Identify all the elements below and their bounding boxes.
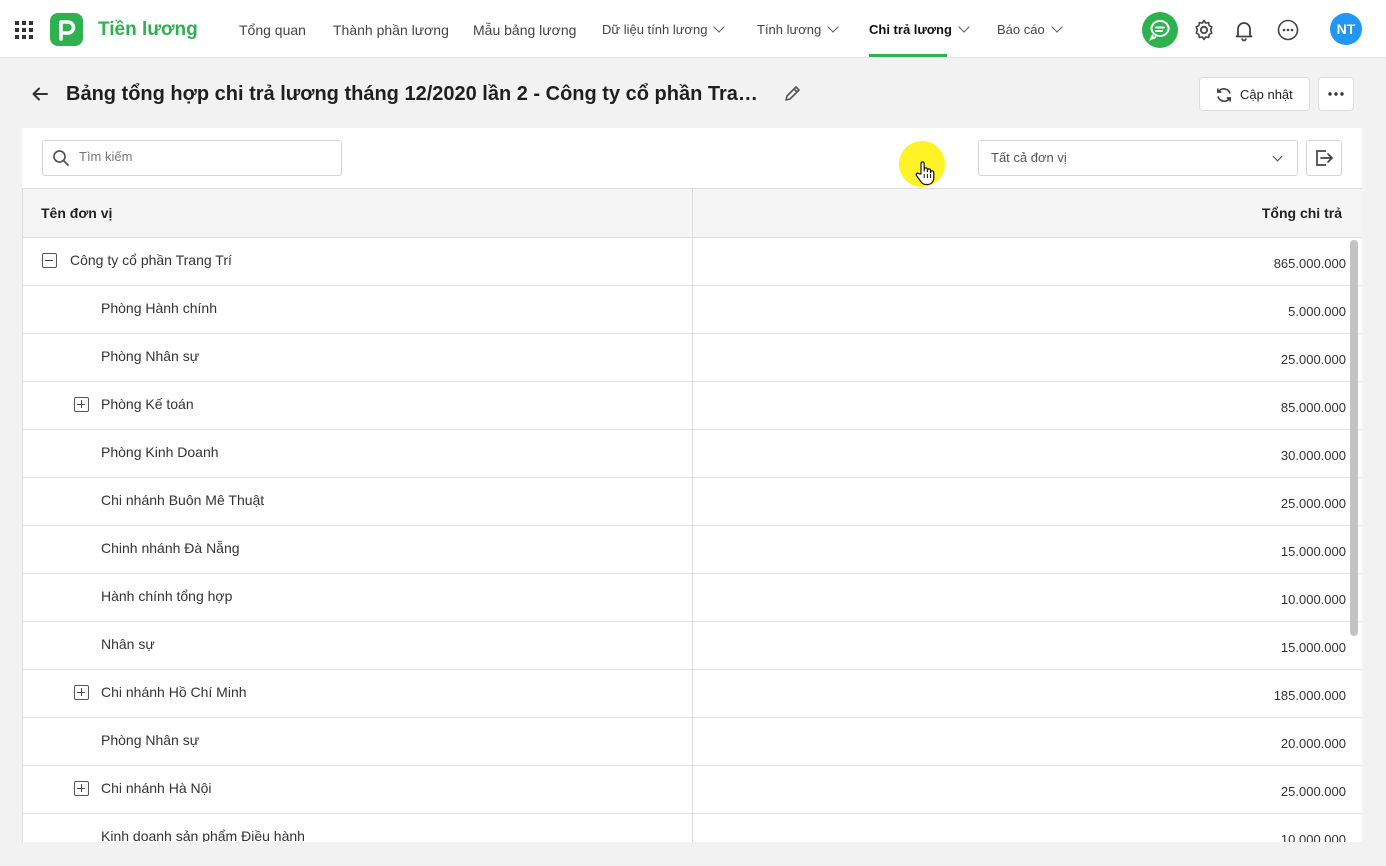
nav-label: Chi trả lương <box>869 22 952 37</box>
app-brand-name[interactable]: Tiền lương <box>98 19 198 41</box>
nav-label: Tổng quan <box>239 22 306 38</box>
hand-pointer-cursor-icon <box>915 161 935 186</box>
total-amount-cell: 185.000.000 <box>1273 688 1346 703</box>
total-amount-cell: 25.000.000 <box>1280 352 1346 367</box>
nav-mau-bang-luong[interactable]: Mẫu bảng lương <box>473 22 576 38</box>
chat-bubble-icon <box>1148 20 1170 41</box>
chevron-down-icon <box>827 21 839 33</box>
nav-tong-quan[interactable]: Tổng quan <box>239 22 306 38</box>
search-input[interactable] <box>79 149 329 164</box>
export-button[interactable] <box>1306 140 1342 176</box>
column-header-total[interactable]: Tổng chi trả <box>1262 205 1342 221</box>
expand-plus-icon[interactable] <box>74 781 89 796</box>
refresh-icon <box>1216 87 1232 103</box>
unit-filter-dropdown[interactable]: Tất cả đơn vị <box>978 140 1298 176</box>
nav-tinh-luong[interactable]: Tính lương <box>757 21 839 37</box>
unit-name-cell: Phòng Nhân sự <box>101 348 200 364</box>
unit-name-cell: Chi nhánh Hồ Chí Minh <box>101 684 247 700</box>
unit-name-cell: Công ty cổ phần Trang Trí <box>70 252 232 268</box>
total-amount-cell: 10.000.000 <box>1280 832 1346 842</box>
more-horizontal-icon <box>1328 92 1344 96</box>
search-icon <box>53 150 69 166</box>
total-amount-cell: 15.000.000 <box>1280 640 1346 655</box>
unit-name-cell: Phòng Kế toán <box>101 396 194 412</box>
unit-name-cell: Hành chính tổng hợp <box>101 588 233 604</box>
update-button-label: Cập nhật <box>1240 87 1293 102</box>
column-header-unit-name[interactable]: Tên đơn vị <box>41 205 112 221</box>
total-amount-cell: 30.000.000 <box>1280 448 1346 463</box>
unit-filter-value: Tất cả đơn vị <box>991 150 1067 165</box>
total-amount-cell: 20.000.000 <box>1280 736 1346 751</box>
chevron-down-icon <box>713 21 726 33</box>
nav-chi-tra-luong[interactable]: Chi trả lương <box>869 21 970 37</box>
total-amount-cell: 5.000.000 <box>1288 304 1346 319</box>
unit-name-cell: Kinh doanh sản phẩm Điều hành <box>101 828 305 842</box>
more-options-circle-icon[interactable] <box>1276 18 1300 42</box>
column-divider <box>692 188 693 842</box>
user-avatar[interactable]: NT <box>1330 13 1362 45</box>
total-amount-cell: 85.000.000 <box>1280 400 1346 415</box>
nav-label: Báo cáo <box>997 22 1045 37</box>
unit-name-cell: Nhân sự <box>101 636 155 652</box>
unit-name-cell: Phòng Kinh Doanh <box>101 444 219 460</box>
app-logo[interactable] <box>50 13 83 46</box>
search-box[interactable] <box>42 140 342 176</box>
top-navigation-bar: Tiền lương Tổng quan Thành phần lương Mẫ… <box>0 0 1386 58</box>
unit-name-cell: Phòng Nhân sự <box>101 732 200 748</box>
edit-pencil-icon[interactable] <box>782 84 802 104</box>
settings-gear-icon[interactable] <box>1192 18 1216 42</box>
more-actions-button[interactable] <box>1318 77 1354 111</box>
nav-bao-cao[interactable]: Báo cáo <box>997 21 1063 37</box>
collapse-minus-icon[interactable] <box>42 253 57 268</box>
back-arrow-icon[interactable] <box>30 84 50 104</box>
chevron-down-icon <box>1272 151 1283 162</box>
export-icon <box>1316 150 1333 166</box>
expand-plus-icon[interactable] <box>74 397 89 412</box>
unit-name-cell: Chinh nhánh Đà Nẵng <box>101 540 240 556</box>
total-amount-cell: 25.000.000 <box>1280 784 1346 799</box>
total-amount-cell: 10.000.000 <box>1280 592 1346 607</box>
nav-label: Mẫu bảng lương <box>473 22 577 38</box>
page-title: Bảng tổng hợp chi trả lương tháng 12/202… <box>66 83 766 105</box>
update-button[interactable]: Cập nhật <box>1199 77 1310 111</box>
total-amount-cell: 865.000.000 <box>1273 256 1346 271</box>
nav-label: Thành phần lương <box>333 22 449 38</box>
logo-p-icon <box>59 20 76 41</box>
nav-du-lieu-tinh-luong[interactable]: Dữ liệu tính lương <box>602 21 726 37</box>
scrollbar-thumb[interactable] <box>1350 240 1358 636</box>
chevron-down-icon <box>958 21 970 33</box>
payroll-summary-panel: Tất cả đơn vị Tên đơn vị Tổng chi trả Cô… <box>22 128 1362 842</box>
expand-plus-icon[interactable] <box>74 685 89 700</box>
total-amount-cell: 15.000.000 <box>1280 544 1346 559</box>
unit-name-cell: Phòng Hành chính <box>101 300 217 316</box>
apps-grid-icon[interactable] <box>14 20 34 40</box>
chat-button[interactable] <box>1142 12 1178 48</box>
notification-bell-icon[interactable] <box>1232 18 1256 42</box>
chevron-down-icon <box>1051 21 1063 33</box>
nav-label: Tính lương <box>757 22 822 37</box>
nav-thanh-phan-luong[interactable]: Thành phần lương <box>333 22 449 38</box>
active-nav-indicator <box>869 54 947 57</box>
unit-name-cell: Chi nhánh Buôn Mê Thuật <box>101 492 265 508</box>
nav-label: Dữ liệu tính lương <box>602 22 708 37</box>
total-amount-cell: 25.000.000 <box>1280 496 1346 511</box>
unit-name-cell: Chi nhánh Hà Nội <box>101 780 212 796</box>
